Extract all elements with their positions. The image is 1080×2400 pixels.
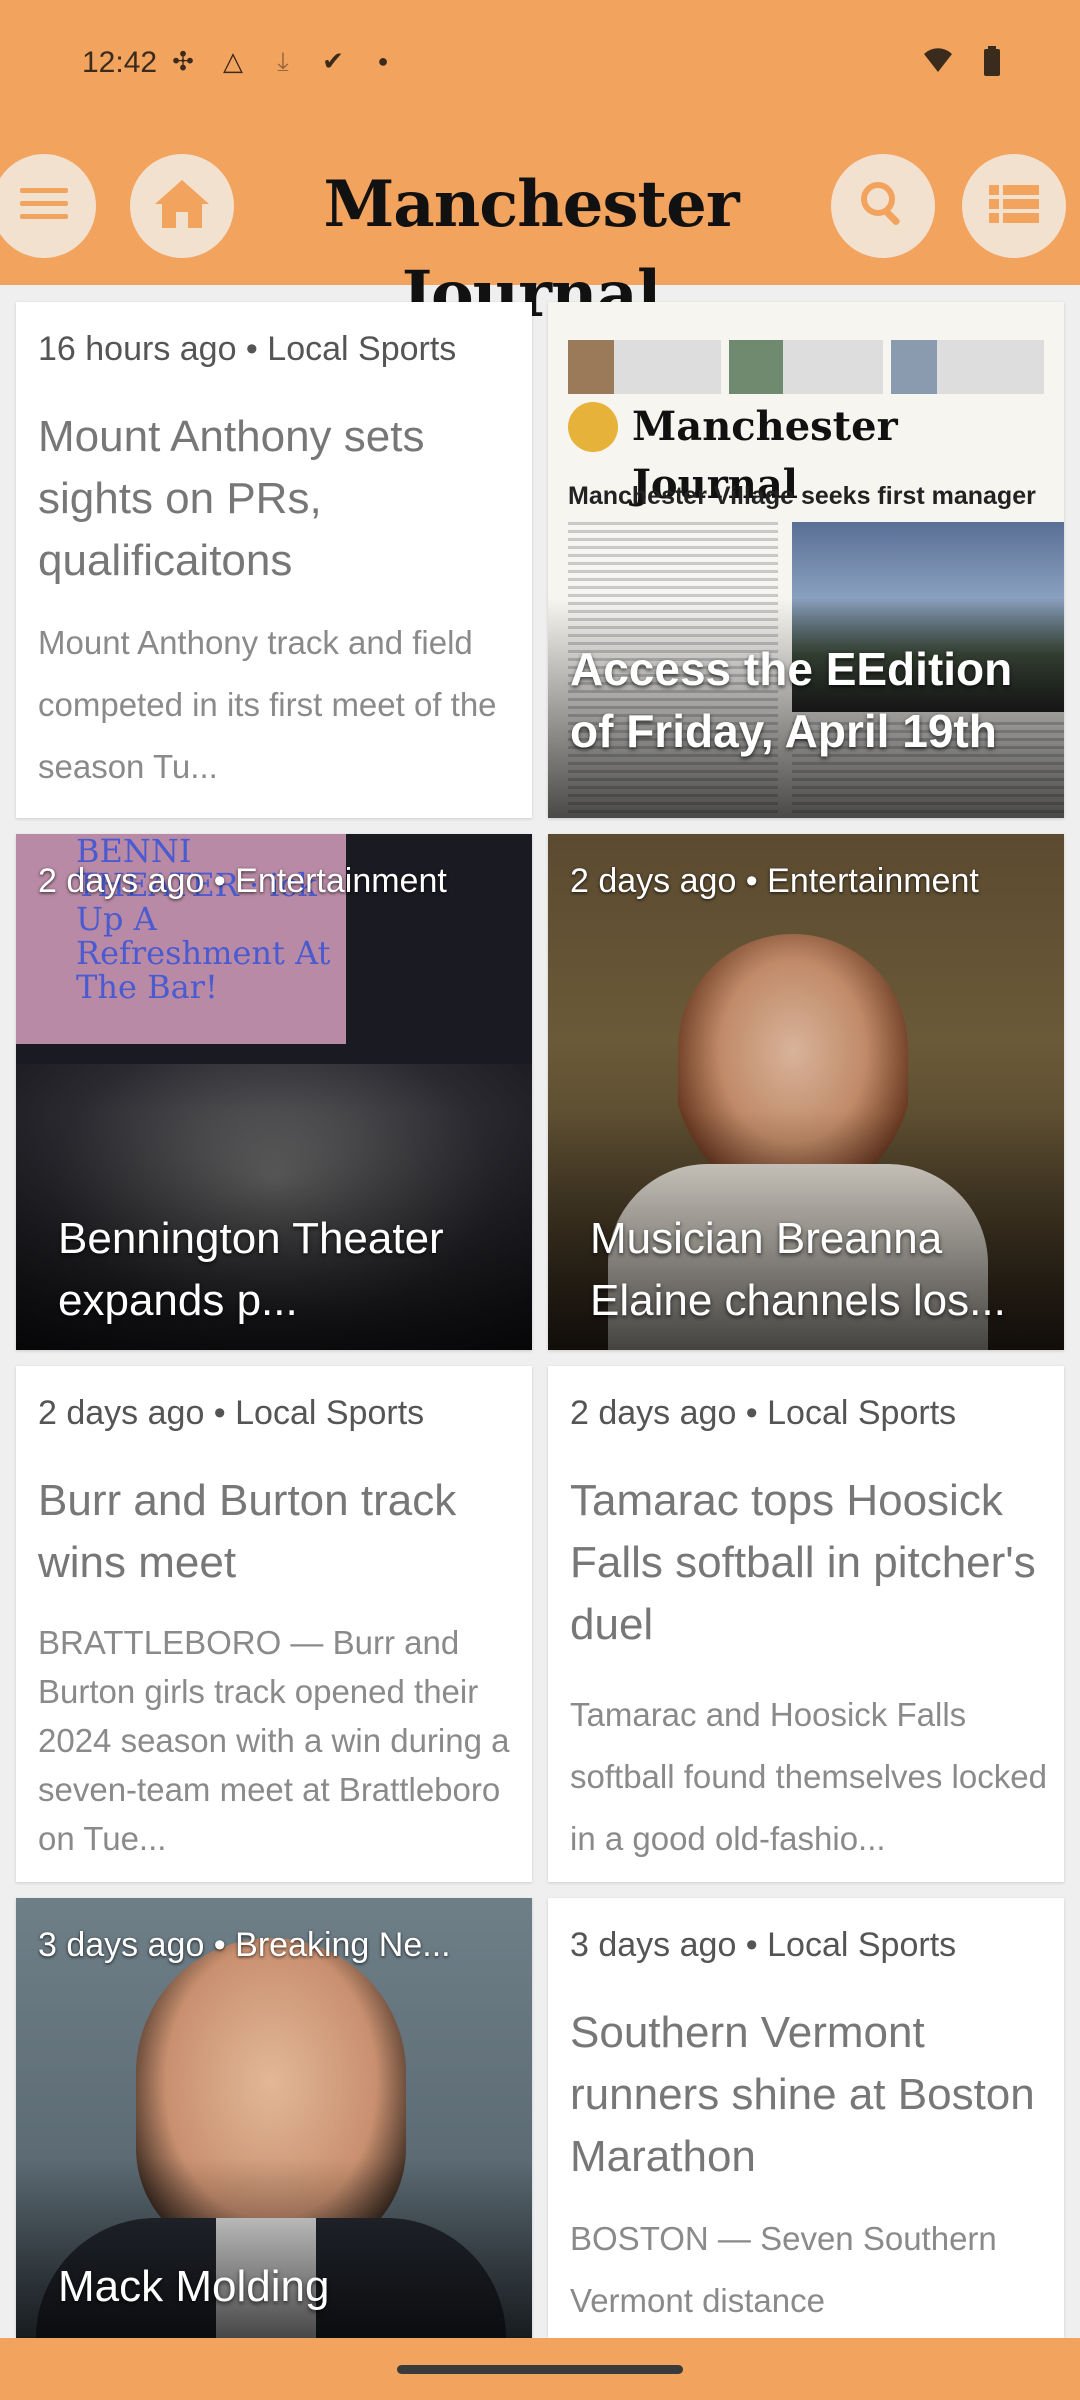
app-header: 12:42 ✣ △ ⤓ ✔ ● Manchester Journal bbox=[0, 0, 1080, 332]
article-card[interactable]: 3 days ago • Breaking Ne... Mack Molding bbox=[16, 1898, 532, 2338]
article-headline: Tamarac tops Hoosick Falls softball in p… bbox=[570, 1476, 1036, 1649]
site-title[interactable]: Manchester Journal bbox=[256, 160, 806, 332]
article-headline: Bennington Theater expands p... bbox=[58, 1214, 444, 1325]
download-icon: ⤓ bbox=[277, 46, 289, 76]
article-card[interactable]: BENNI THEATER · ick Up A Refreshment At … bbox=[16, 834, 532, 1350]
article-meta: 2 days ago • Local Sports bbox=[38, 1394, 425, 1432]
article-headline: Mack Molding bbox=[58, 2262, 330, 2311]
article-summary: BRATTLEBORO — Burr and Burton girls trac… bbox=[38, 1624, 510, 1857]
check-icon: ✔ bbox=[322, 46, 344, 76]
system-icons bbox=[922, 46, 1008, 78]
article-meta: 2 days ago • Entertainment bbox=[38, 862, 447, 900]
menu-icon bbox=[20, 186, 68, 227]
search-icon bbox=[858, 179, 908, 234]
article-card[interactable]: 3 days ago • Local Sports Southern Vermo… bbox=[548, 1898, 1064, 2338]
article-card[interactable]: 2 days ago • Local Sports Tamarac tops H… bbox=[548, 1366, 1064, 1882]
sections-button[interactable] bbox=[962, 154, 1066, 258]
article-meta: 16 hours ago • Local Sports bbox=[38, 330, 457, 368]
article-headline: Musician Breanna Elaine channels los... bbox=[590, 1214, 1006, 1325]
status-time: 12:42 bbox=[82, 46, 158, 79]
drive-icon: △ bbox=[223, 46, 243, 76]
article-meta: 2 days ago • Local Sports bbox=[570, 1394, 957, 1432]
article-headline: Burr and Burton track wins meet bbox=[38, 1476, 457, 1587]
article-summary: Tamarac and Hoosick Falls softball found… bbox=[570, 1696, 1047, 1857]
article-headline: Southern Vermont runners shine at Boston… bbox=[570, 2008, 1035, 2181]
article-meta: 3 days ago • Local Sports bbox=[570, 1926, 957, 1964]
award-seal bbox=[568, 402, 618, 452]
wifi-icon bbox=[922, 46, 954, 78]
article-summary: Mount Anthony track and field competed i… bbox=[38, 624, 497, 785]
newspaper-lead-headline: Manchester Village seeks first manager bbox=[568, 482, 1036, 510]
slack-icon: ✣ bbox=[172, 46, 194, 76]
article-headline: Mount Anthony sets sights on PRs, qualif… bbox=[38, 412, 425, 585]
eedition-title: Access the EEdition of Friday, April 19t… bbox=[570, 643, 1013, 757]
gesture-handle[interactable] bbox=[397, 2365, 683, 2374]
home-icon bbox=[153, 178, 211, 235]
menu-button[interactable] bbox=[0, 154, 96, 258]
list-icon bbox=[989, 183, 1039, 230]
article-card[interactable]: 16 hours ago • Local Sports Mount Anthon… bbox=[16, 302, 532, 818]
article-card[interactable]: 2 days ago • Entertainment Musician Brea… bbox=[548, 834, 1064, 1350]
dot-icon: ● bbox=[377, 51, 389, 71]
search-button[interactable] bbox=[831, 154, 935, 258]
article-summary: BOSTON — Seven Southern Vermont distance bbox=[570, 2220, 997, 2319]
eedition-card[interactable]: Manchester Journal Manchester Village se… bbox=[548, 302, 1064, 818]
home-button[interactable] bbox=[130, 154, 234, 258]
theater-sign-text: BENNI THEATER · ick Up A Refreshment At … bbox=[76, 834, 331, 1006]
newspaper-teasers bbox=[568, 340, 1044, 394]
battery-icon bbox=[976, 46, 1008, 78]
article-card[interactable]: 2 days ago • Local Sports Burr and Burto… bbox=[16, 1366, 532, 1882]
article-meta: 3 days ago • Breaking Ne... bbox=[38, 1926, 451, 1964]
status-bar: 12:42 ✣ △ ⤓ ✔ ● bbox=[0, 0, 1080, 130]
article-meta: 2 days ago • Entertainment bbox=[570, 862, 979, 900]
notification-icons: ✣ △ ⤓ ✔ ● bbox=[168, 46, 398, 76]
